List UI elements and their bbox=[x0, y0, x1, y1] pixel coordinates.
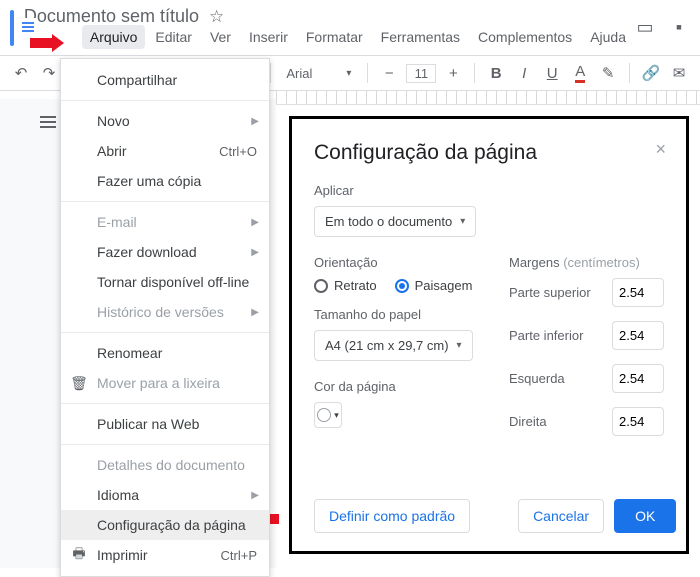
menu-editar[interactable]: Editar bbox=[147, 25, 200, 49]
menuitem-versions[interactable]: Histórico de versões▶ bbox=[61, 297, 269, 327]
margin-top-input[interactable] bbox=[612, 278, 664, 307]
file-menu-dropdown: Compartilhar Novo▶ AbrirCtrl+O Fazer uma… bbox=[60, 58, 270, 577]
menuitem-page-setup[interactable]: Configuração da página bbox=[61, 510, 269, 540]
outline-icon[interactable] bbox=[40, 114, 58, 132]
menuitem-download[interactable]: Fazer download▶ bbox=[61, 237, 269, 267]
caret-icon: ▾ bbox=[457, 340, 462, 351]
undo-icon[interactable]: ↶ bbox=[10, 62, 32, 84]
font-decrease-icon[interactable]: − bbox=[378, 62, 400, 84]
margin-right-input[interactable] bbox=[612, 407, 664, 436]
highlight-icon[interactable]: ✎ bbox=[597, 62, 619, 84]
submenu-icon: ▶ bbox=[251, 217, 259, 228]
link-icon[interactable]: 🔗 bbox=[640, 62, 662, 84]
margins-label: Margens (centímetros) bbox=[509, 255, 664, 270]
menuitem-trash[interactable]: 🗑Mover para a lixeira bbox=[61, 368, 269, 398]
menubar: Arquivo Editar Ver Inserir Formatar Ferr… bbox=[24, 25, 634, 49]
menuitem-offline[interactable]: Tornar disponível off-line bbox=[61, 267, 269, 297]
menuitem-print[interactable]: 🖶ImprimirCtrl+P bbox=[61, 540, 269, 570]
underline-icon[interactable]: U bbox=[541, 62, 563, 84]
menuitem-rename[interactable]: Renomear bbox=[61, 338, 269, 368]
menuitem-details[interactable]: Detalhes do documento bbox=[61, 450, 269, 480]
menuitem-email[interactable]: E-mail▶ bbox=[61, 207, 269, 237]
radio-landscape[interactable]: Paisagem bbox=[395, 278, 473, 293]
font-select[interactable]: Arial▾ bbox=[280, 66, 357, 81]
star-icon[interactable]: ☆ bbox=[209, 7, 224, 27]
caret-icon: ▾ bbox=[460, 216, 465, 227]
cancel-button[interactable]: Cancelar bbox=[518, 499, 604, 533]
present-icon[interactable]: ▪ bbox=[668, 17, 690, 39]
radio-portrait-label: Retrato bbox=[334, 278, 377, 293]
margin-bottom-label: Parte inferior bbox=[509, 328, 583, 343]
ok-button[interactable]: OK bbox=[614, 499, 676, 533]
comment-add-icon[interactable]: ✉ bbox=[668, 62, 690, 84]
menu-ajuda[interactable]: Ajuda bbox=[582, 25, 634, 49]
close-icon[interactable]: × bbox=[655, 139, 666, 160]
submenu-icon: ▶ bbox=[251, 490, 259, 501]
menuitem-copy[interactable]: Fazer uma cópia bbox=[61, 166, 269, 196]
font-increase-icon[interactable]: + bbox=[442, 62, 464, 84]
dialog-title: Configuração da página bbox=[314, 141, 664, 165]
menu-ver[interactable]: Ver bbox=[202, 25, 239, 49]
trash-icon: 🗑 bbox=[71, 375, 87, 391]
text-color-icon[interactable]: A bbox=[569, 62, 591, 84]
docs-logo-icon[interactable] bbox=[10, 10, 14, 46]
menu-complementos[interactable]: Complementos bbox=[470, 25, 580, 49]
orientation-label: Orientação bbox=[314, 255, 489, 270]
font-size-input[interactable]: 11 bbox=[406, 64, 436, 83]
menuitem-share[interactable]: Compartilhar bbox=[61, 65, 269, 95]
shortcut-label: Ctrl+O bbox=[219, 144, 257, 159]
comment-icon[interactable]: ▭ bbox=[634, 17, 656, 39]
menuitem-language[interactable]: Idioma▶ bbox=[61, 480, 269, 510]
color-swatch-icon bbox=[317, 408, 331, 422]
apply-value: Em todo o documento bbox=[325, 214, 452, 229]
page-setup-dialog: Configuração da página × Aplicar Em todo… bbox=[289, 116, 689, 554]
margin-left-input[interactable] bbox=[612, 364, 664, 393]
annotation-arrow-menu bbox=[30, 34, 64, 55]
page-color-select[interactable]: ▾ bbox=[314, 402, 342, 428]
margin-right-label: Direita bbox=[509, 414, 547, 429]
shortcut-label: Ctrl+P bbox=[221, 548, 257, 563]
apply-label: Aplicar bbox=[314, 183, 664, 198]
menu-arquivo[interactable]: Arquivo bbox=[82, 25, 145, 49]
apply-select[interactable]: Em todo o documento ▾ bbox=[314, 206, 476, 237]
paper-label: Tamanho do papel bbox=[314, 307, 489, 322]
italic-icon[interactable]: I bbox=[513, 62, 535, 84]
radio-portrait[interactable]: Retrato bbox=[314, 278, 377, 293]
color-label: Cor da página bbox=[314, 379, 489, 394]
radio-landscape-label: Paisagem bbox=[415, 278, 473, 293]
margin-top-label: Parte superior bbox=[509, 285, 591, 300]
radio-icon bbox=[314, 279, 328, 293]
menu-inserir[interactable]: Inserir bbox=[241, 25, 296, 49]
radio-icon bbox=[395, 279, 409, 293]
set-default-button[interactable]: Definir como padrão bbox=[314, 499, 470, 533]
redo-icon[interactable]: ↷ bbox=[38, 62, 60, 84]
paper-value: A4 (21 cm x 29,7 cm) bbox=[325, 338, 449, 353]
submenu-icon: ▶ bbox=[251, 307, 259, 318]
margin-bottom-input[interactable] bbox=[612, 321, 664, 350]
caret-icon: ▾ bbox=[334, 410, 339, 421]
margin-left-label: Esquerda bbox=[509, 371, 565, 386]
submenu-icon: ▶ bbox=[251, 247, 259, 258]
menu-formatar[interactable]: Formatar bbox=[298, 25, 371, 49]
print-icon: 🖶 bbox=[71, 547, 87, 563]
paper-select[interactable]: A4 (21 cm x 29,7 cm) ▾ bbox=[314, 330, 473, 361]
menuitem-open[interactable]: AbrirCtrl+O bbox=[61, 136, 269, 166]
submenu-icon: ▶ bbox=[251, 116, 259, 127]
menuitem-publish[interactable]: Publicar na Web bbox=[61, 409, 269, 439]
menu-ferramentas[interactable]: Ferramentas bbox=[373, 25, 468, 49]
font-name: Arial bbox=[286, 66, 312, 81]
document-title[interactable]: Documento sem título bbox=[24, 6, 199, 27]
titlebar: Documento sem título ☆ Arquivo Editar Ve… bbox=[0, 0, 700, 51]
bold-icon[interactable]: B bbox=[485, 62, 507, 84]
menuitem-new[interactable]: Novo▶ bbox=[61, 106, 269, 136]
